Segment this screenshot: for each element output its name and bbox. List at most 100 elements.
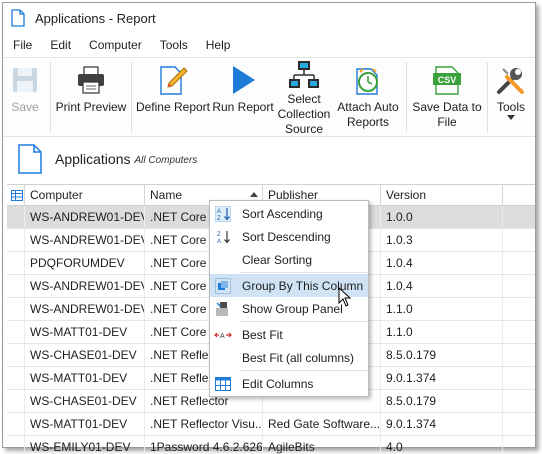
- column-chooser-button[interactable]: [7, 185, 25, 205]
- wrench-screwdriver-icon: [497, 68, 524, 94]
- row-selector[interactable]: [7, 229, 25, 251]
- row-selector[interactable]: [7, 252, 25, 274]
- save-label: Save: [11, 100, 39, 114]
- table-row[interactable]: WS-EMILY01-DEV 1Password 4.6.2.626 Agile…: [7, 436, 535, 454]
- attach-auto-reports-button[interactable]: Attach Auto Reports: [333, 62, 403, 130]
- cell-version: 8.5.0.179: [381, 390, 503, 412]
- row-selector[interactable]: [7, 206, 25, 228]
- menu-item-label: Show Group Panel: [242, 301, 343, 316]
- select-collection-source-button[interactable]: Select Collection Source: [275, 60, 333, 137]
- menu-item-sort-descending[interactable]: Z A Sort Descending: [210, 225, 368, 248]
- row-selector[interactable]: [7, 321, 25, 343]
- row-selector[interactable]: [7, 275, 25, 297]
- menu-item-edit-columns[interactable]: Edit Columns: [210, 372, 368, 395]
- row-selector[interactable]: [7, 344, 25, 366]
- svg-text:Z: Z: [217, 216, 221, 222]
- svg-text:A: A: [217, 209, 221, 215]
- menu-item-label: Edit Columns: [242, 376, 314, 391]
- svg-text:A: A: [220, 333, 225, 340]
- cell-version: 1.0.4: [381, 252, 503, 274]
- alarm-clock-document-icon: [356, 68, 378, 95]
- define-report-label: Define Report: [135, 100, 211, 114]
- cell-computer: WS-MATT01-DEV: [25, 413, 145, 435]
- attach-auto-line-1: Attach Auto: [337, 100, 399, 114]
- cell-computer: WS-ANDREW01-DEV: [25, 206, 145, 228]
- cell-computer: WS-MATT01-DEV: [25, 321, 145, 343]
- cell-version: 1.0.0: [381, 206, 503, 228]
- menu-bar: File Edit Computer Tools Help: [3, 33, 535, 57]
- cell-version: 4.0: [381, 436, 503, 454]
- cell-version: 8.5.0.179: [381, 344, 503, 366]
- menu-help[interactable]: Help: [206, 38, 231, 52]
- row-selector[interactable]: [7, 390, 25, 412]
- save-data-to-file-button[interactable]: CSV Save Data to File: [410, 62, 484, 130]
- document-icon: [11, 9, 25, 27]
- table-row[interactable]: WS-MATT01-DEV .NET Reflector Visu... Red…: [7, 413, 535, 436]
- csv-badge: CSV: [438, 75, 457, 85]
- table-grid-icon: [10, 189, 23, 201]
- run-report-label: Run Report: [212, 100, 274, 114]
- network-computers-icon: [289, 61, 319, 88]
- play-icon: [233, 66, 255, 94]
- menu-file[interactable]: File: [13, 38, 32, 52]
- menu-separator: [240, 272, 368, 273]
- menu-item-best-fit-all[interactable]: Best Fit (all columns): [210, 346, 368, 369]
- menu-item-label: Best Fit (all columns): [242, 350, 355, 365]
- row-selector[interactable]: [7, 413, 25, 435]
- save-button[interactable]: Save: [3, 62, 47, 115]
- best-fit-icon: A: [214, 332, 232, 340]
- column-header-computer[interactable]: Computer: [25, 185, 145, 205]
- row-selector[interactable]: [7, 367, 25, 389]
- cell-version: 9.0.1.374: [381, 413, 503, 435]
- cell-computer: WS-ANDREW01-DEV: [25, 229, 145, 251]
- report-section-header: Applications All Computers: [3, 137, 535, 181]
- row-selector[interactable]: [7, 436, 25, 454]
- row-selector[interactable]: [7, 298, 25, 320]
- title-bar: Applications - Report: [3, 3, 535, 33]
- run-report-button[interactable]: Run Report: [211, 62, 275, 115]
- cell-computer: WS-ANDREW01-DEV: [25, 298, 145, 320]
- sort-za-icon: Z A: [217, 230, 230, 245]
- save-to-file-line-1: Save Data to: [412, 100, 482, 114]
- csv-file-icon: CSV: [433, 66, 461, 95]
- cell-computer: WS-CHASE01-DEV: [25, 344, 145, 366]
- menu-item-label: Clear Sorting: [242, 252, 313, 267]
- save-to-file-line-2: File: [437, 115, 457, 129]
- menu-item-label: Sort Ascending: [242, 206, 323, 221]
- define-report-button[interactable]: Define Report: [135, 62, 211, 115]
- cell-computer: WS-CHASE01-DEV: [25, 390, 145, 412]
- select-source-line-1: Select: [287, 92, 321, 106]
- menu-computer[interactable]: Computer: [89, 38, 142, 52]
- cell-publisher: AgileBits: [263, 436, 381, 454]
- cell-version: 1.0.4: [381, 275, 503, 297]
- caret-down-icon: [507, 115, 515, 120]
- section-subtitle: All Computers: [134, 155, 198, 166]
- document-icon: [18, 144, 42, 174]
- cell-publisher: Red Gate Software...: [263, 413, 381, 435]
- cell-computer: WS-ANDREW01-DEV: [25, 275, 145, 297]
- menu-separator: [240, 370, 368, 371]
- menu-item-best-fit[interactable]: A Best Fit: [210, 323, 368, 346]
- column-header-version[interactable]: Version: [381, 185, 503, 205]
- ribbon-separator: [131, 62, 132, 132]
- cell-computer: WS-MATT01-DEV: [25, 367, 145, 389]
- ribbon-separator: [406, 62, 407, 132]
- menu-item-clear-sorting[interactable]: Clear Sorting: [210, 248, 368, 271]
- printer-icon: [78, 66, 104, 94]
- sort-az-icon: A Z: [215, 205, 231, 222]
- column-header-name-label: Name: [150, 188, 183, 202]
- menu-item-sort-ascending[interactable]: A Z Sort Ascending: [210, 202, 368, 225]
- ribbon-separator: [50, 62, 51, 132]
- cell-version: 1.1.0: [381, 321, 503, 343]
- svg-text:A: A: [217, 239, 221, 245]
- select-source-line-3: Source: [284, 122, 324, 136]
- menu-tools[interactable]: Tools: [160, 38, 188, 52]
- cell-version: 1.0.3: [381, 229, 503, 251]
- menu-edit[interactable]: Edit: [50, 38, 71, 52]
- print-preview-button[interactable]: Print Preview: [54, 62, 128, 115]
- group-panel-icon: [216, 301, 228, 316]
- attach-auto-line-2: Reports: [346, 115, 390, 129]
- section-title: Applications: [55, 151, 131, 167]
- tools-dropdown-button[interactable]: Tools: [491, 62, 531, 121]
- print-preview-label: Print Preview: [55, 100, 127, 114]
